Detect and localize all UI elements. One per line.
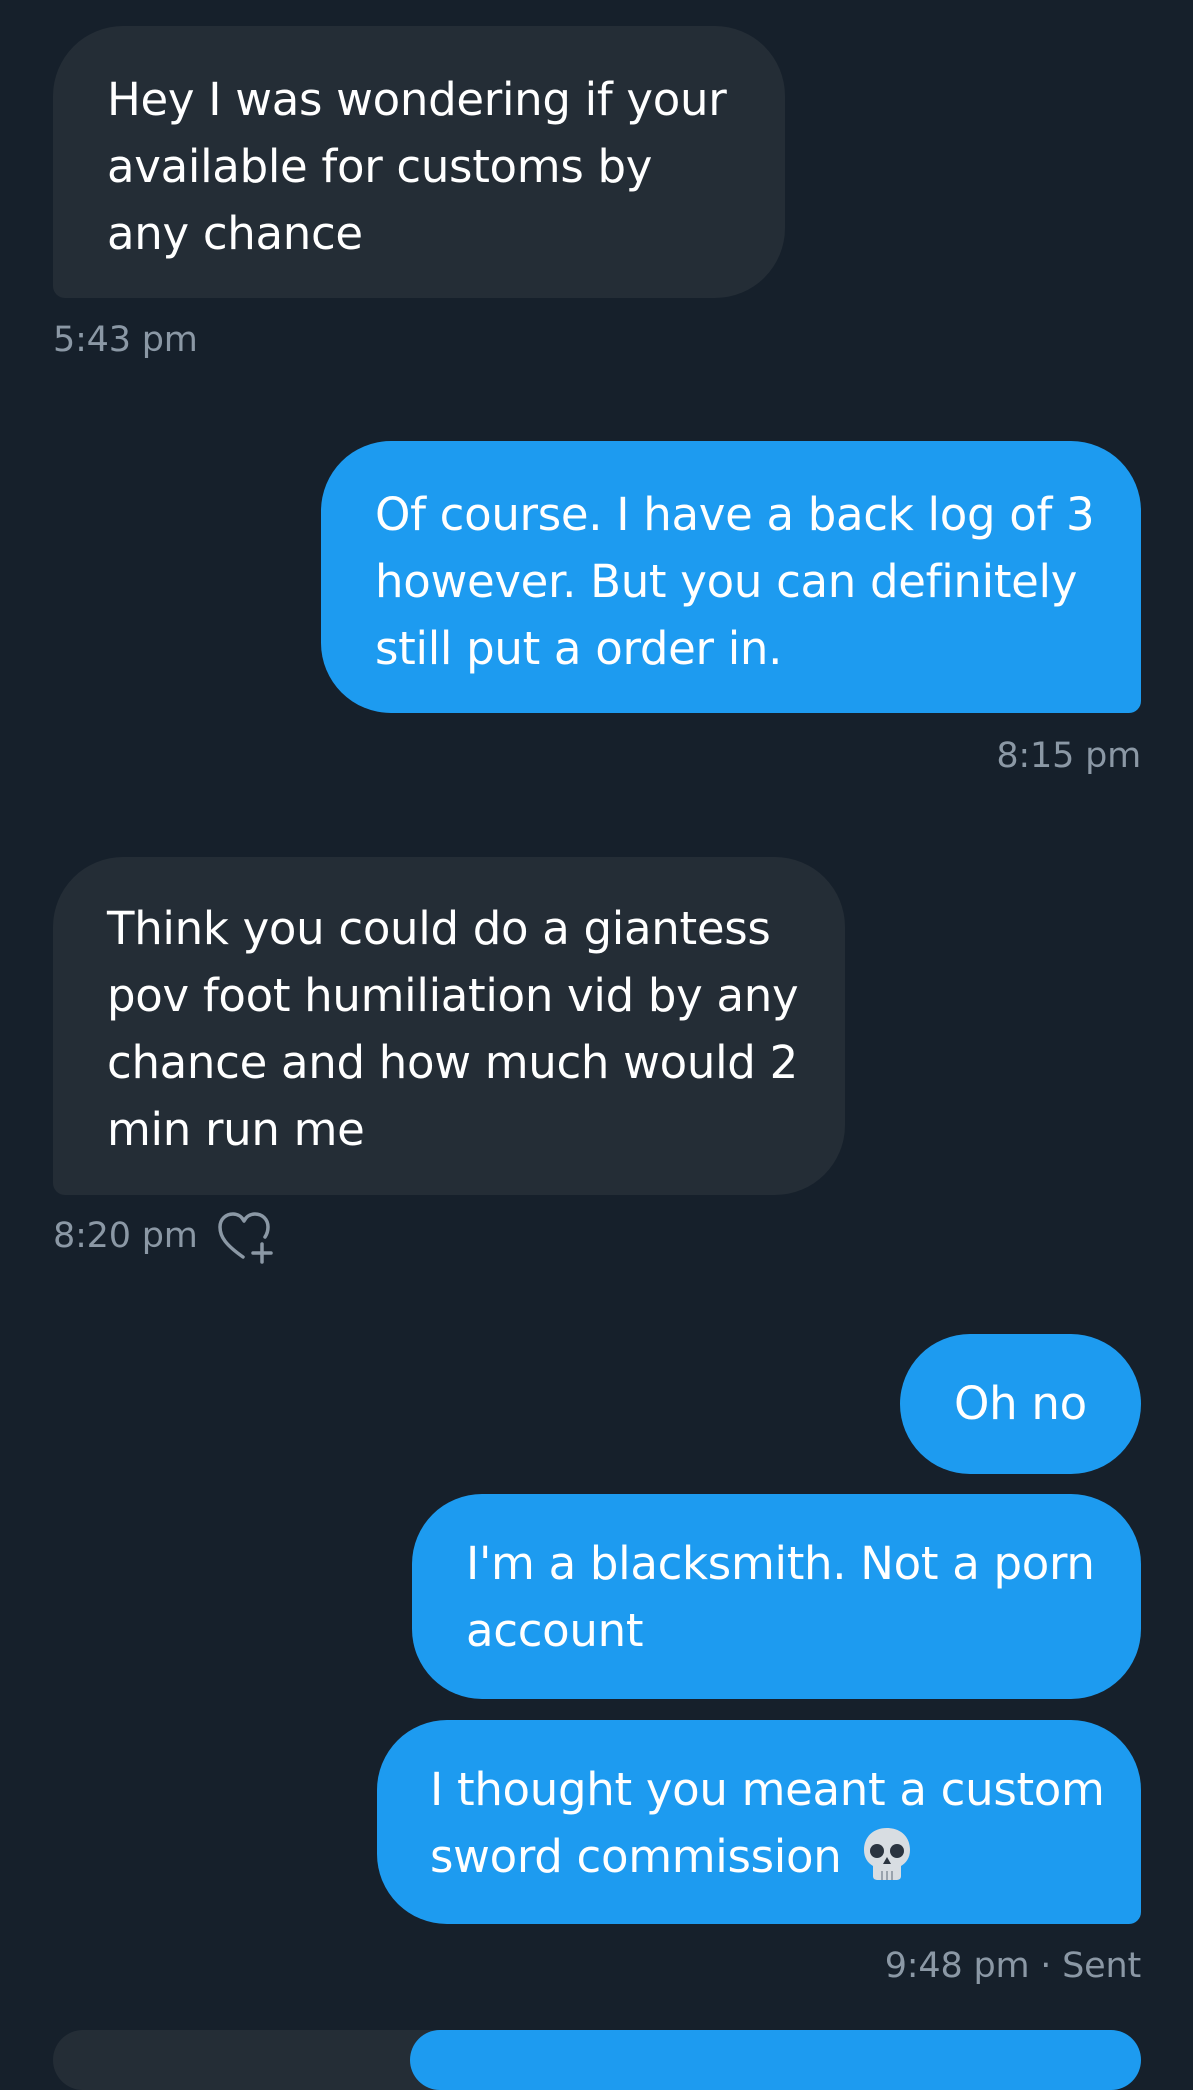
message-bubble-incoming[interactable]: Hey I was wondering if your available fo… — [53, 26, 785, 298]
message-timestamp: 8:15 pm — [996, 736, 1141, 776]
message-bubble-incoming[interactable]: Think you could do a giantess pov foot h… — [53, 857, 845, 1195]
message-text: Of course. I have a back log of 3 howeve… — [375, 488, 1095, 675]
message-text: Hey I was wondering if your available fo… — [107, 73, 727, 260]
message-bubble-outgoing[interactable]: Of course. I have a back log of 3 howeve… — [321, 441, 1141, 713]
message-text: I thought you meant a custom sword commi… — [430, 1763, 1105, 1883]
message-text: I'm a blacksmith. Not a porn account — [466, 1537, 1095, 1657]
message-bubble-outgoing[interactable]: Oh no — [900, 1334, 1141, 1474]
next-message-bubble-partial — [410, 2030, 1141, 2090]
message-text: Oh no — [954, 1377, 1087, 1430]
skull-icon — [864, 1828, 911, 1880]
message-timestamp: 8:20 pm — [53, 1216, 198, 1256]
message-text: Think you could do a giantess pov foot h… — [107, 902, 799, 1156]
dm-conversation-thread: Hey I was wondering if your available fo… — [0, 0, 1193, 2090]
heart-plus-icon[interactable] — [216, 1210, 276, 1266]
message-bubble-outgoing[interactable]: I'm a blacksmith. Not a porn account — [412, 1494, 1141, 1699]
message-timestamp: 5:43 pm — [53, 320, 198, 360]
message-bubble-outgoing[interactable]: I thought you meant a custom sword commi… — [377, 1720, 1141, 1924]
message-timestamp: 9:48 pm · Sent — [884, 1946, 1141, 1986]
